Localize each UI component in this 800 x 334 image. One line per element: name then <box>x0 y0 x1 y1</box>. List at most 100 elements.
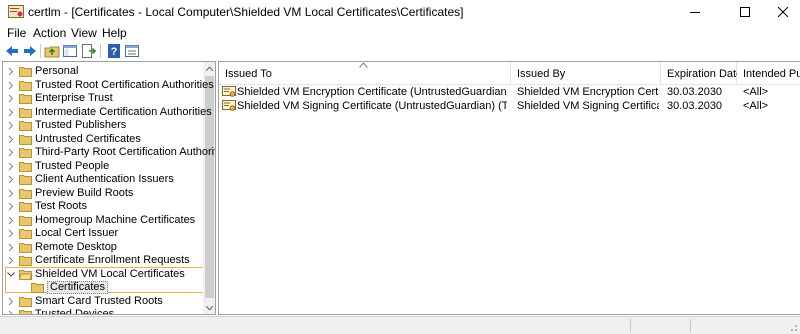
tree-item[interactable]: Test Roots <box>3 200 203 213</box>
sort-ascending-icon <box>359 62 368 68</box>
tree-item-label: Trusted People <box>35 159 110 172</box>
back-arrow-icon[interactable] <box>4 43 20 59</box>
tree-item[interactable]: Trusted Root Certification Authorities <box>3 79 214 92</box>
export-list-icon[interactable] <box>80 43 96 59</box>
tree-item[interactable]: Preview Build Roots <box>3 187 203 200</box>
column-header-issued-to[interactable]: Issued To <box>219 62 511 84</box>
chevron-right-icon[interactable] <box>7 174 15 185</box>
folder-icon <box>19 67 32 77</box>
tree-item[interactable]: Personal <box>3 65 203 78</box>
chevron-right-icon[interactable] <box>7 228 15 239</box>
tree-item-label: Certificate Enrollment Requests <box>35 254 190 266</box>
certlm-window: certlm - [Certificates - Local Computer\… <box>0 0 800 334</box>
tree-item[interactable]: Enterprise Trust <box>3 92 203 105</box>
menu-view[interactable]: View <box>71 26 97 40</box>
chevron-right-icon[interactable] <box>7 107 15 118</box>
tree-item[interactable]: Trusted Devices <box>3 308 203 315</box>
certificate-icon <box>222 100 236 111</box>
tree-item-label: Local Cert Issuer <box>35 227 119 239</box>
menu-help[interactable]: Help <box>102 26 127 40</box>
tree-item[interactable]: Homegroup Machine Certificates <box>3 214 203 227</box>
tree-item[interactable]: Smart Card Trusted Roots <box>3 295 203 308</box>
window-title: certlm - [Certificates - Local Computer\… <box>28 5 464 19</box>
tree-item[interactable]: Certificate Enrollment Requests <box>3 254 203 267</box>
chevron-right-icon[interactable] <box>7 255 15 266</box>
toolbar-separator <box>100 44 101 58</box>
folder-icon <box>19 175 32 185</box>
title-bar[interactable]: certlm - [Certificates - Local Computer\… <box>0 0 800 24</box>
tree-item[interactable]: Trusted Publishers <box>3 119 203 132</box>
forward-arrow-icon[interactable] <box>22 43 38 59</box>
folder-icon <box>19 229 32 239</box>
chevron-right-icon[interactable] <box>7 215 15 226</box>
toolbar-separator <box>40 44 41 58</box>
tree-item-label: Trusted Devices <box>35 308 115 315</box>
tree-item-label: Client Authentication Issuers <box>35 173 174 185</box>
tree-vertical-scrollbar[interactable] <box>203 62 215 314</box>
folder-icon <box>19 269 32 280</box>
scroll-up-arrow-icon[interactable] <box>203 62 215 75</box>
minimize-button[interactable] <box>672 0 718 24</box>
tree-item[interactable]: Remote Desktop <box>3 241 203 254</box>
chevron-right-icon[interactable] <box>7 120 15 131</box>
chevron-right-icon[interactable] <box>7 309 15 315</box>
chevron-right-icon[interactable] <box>7 134 15 145</box>
tree-item[interactable]: Trusted People <box>3 160 203 173</box>
column-header-label: Issued To <box>225 68 272 80</box>
chevron-right-icon[interactable] <box>7 161 15 172</box>
menu-file[interactable]: File <box>7 26 26 40</box>
resize-grip-icon[interactable] <box>788 322 798 332</box>
folder-icon <box>19 202 32 212</box>
tree-item-label: Third-Party Root Certification Authoriti… <box>35 146 216 158</box>
table-row[interactable]: Shielded VM Encryption Certificate (Untr… <box>219 85 799 99</box>
column-header-expiration-date[interactable]: Expiration Date <box>661 62 742 84</box>
chevron-right-icon[interactable] <box>7 242 15 253</box>
tree-item[interactable]: Local Cert Issuer <box>3 227 203 240</box>
maximize-icon <box>740 7 750 17</box>
folder-icon <box>19 242 32 253</box>
tree-item[interactable]: Third-Party Root Certification Authoriti… <box>3 146 215 159</box>
tree-item[interactable]: Shielded VM Local Certificates <box>3 268 203 281</box>
cell-expiration: 30.03.2030 <box>667 100 723 112</box>
tree-pane[interactable]: Personal Trusted Root Certification Autho… <box>2 61 216 315</box>
svg-text:?: ? <box>111 46 118 58</box>
column-header-intended-purposes[interactable]: Intended Purp <box>737 62 800 84</box>
chevron-right-icon[interactable] <box>7 147 15 158</box>
scroll-down-arrow-icon[interactable] <box>203 301 215 314</box>
minimize-icon <box>690 12 700 13</box>
tree-item-label: Untrusted Certificates <box>35 132 141 145</box>
menu-bar: File Action View Help <box>0 24 800 42</box>
chevron-down-icon[interactable] <box>7 269 15 280</box>
tree-item[interactable]: Intermediate Certification Authorities <box>3 106 212 119</box>
column-header-issued-by[interactable]: Issued By <box>511 62 661 84</box>
tree-item-certificates[interactable]: Certificates <box>3 281 203 294</box>
chevron-right-icon[interactable] <box>7 296 15 307</box>
column-header-label: Issued By <box>517 68 566 80</box>
up-folder-icon[interactable] <box>44 43 60 59</box>
folder-icon <box>19 256 32 266</box>
cell-issued-by: Shielded VM Encryption Certificat... <box>517 86 659 98</box>
chevron-right-icon[interactable] <box>7 188 15 199</box>
properties-icon[interactable] <box>124 43 140 59</box>
chevron-right-icon[interactable] <box>7 66 15 77</box>
folder-icon <box>19 296 32 307</box>
chevron-right-icon[interactable] <box>7 93 15 104</box>
column-header-label: Expiration Date <box>667 68 743 80</box>
help-icon[interactable]: ? <box>106 43 122 59</box>
cell-expiration: 30.03.2030 <box>667 86 723 98</box>
close-icon <box>778 7 788 17</box>
menu-action[interactable]: Action <box>33 26 66 40</box>
cell-purpose: <All> <box>743 86 769 98</box>
status-segment <box>630 319 690 333</box>
tree-item[interactable]: Client Authentication Issuers <box>3 173 203 186</box>
folder-icon <box>31 283 44 293</box>
show-hide-tree-icon[interactable] <box>62 43 78 59</box>
chevron-right-icon[interactable] <box>7 201 15 212</box>
tree-item-label: Remote Desktop <box>35 240 117 253</box>
chevron-right-icon[interactable] <box>7 80 15 91</box>
close-button[interactable] <box>760 0 800 24</box>
table-row[interactable]: Shielded VM Signing Certificate (Untrust… <box>219 99 799 113</box>
cell-issued-by: Shielded VM Signing Certificate (... <box>517 100 659 112</box>
tree-item[interactable]: Untrusted Certificates <box>3 133 203 146</box>
certificate-icon <box>222 86 236 97</box>
